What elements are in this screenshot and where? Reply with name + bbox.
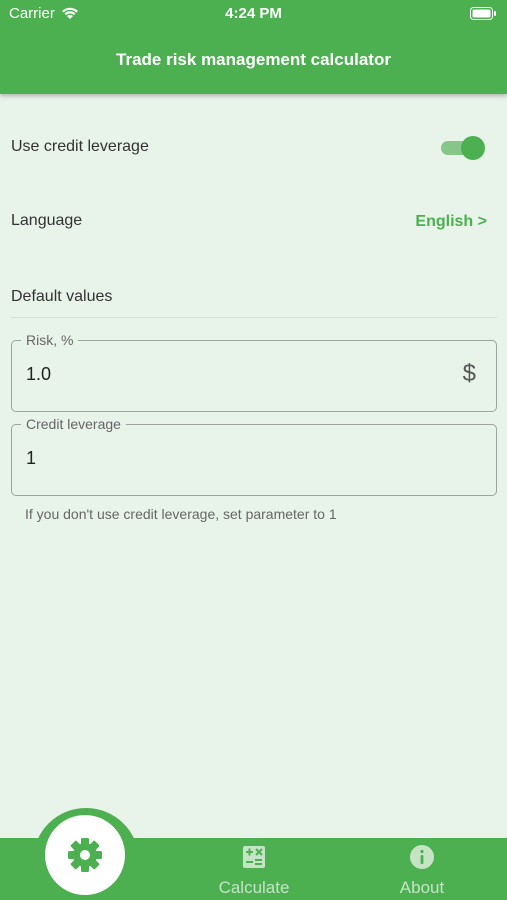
credit-leverage-helper-text: If you don't use credit leverage, set pa…	[25, 506, 337, 522]
credit-leverage-field-label: Credit leverage	[21, 416, 126, 432]
clock: 4:24 PM	[225, 5, 282, 22]
language-setting-label: Language	[11, 212, 83, 229]
toggle-knob	[461, 136, 485, 160]
calculate-tab[interactable]: Calculate	[194, 845, 314, 898]
risk-input-value[interactable]: 1.0	[26, 364, 51, 385]
divider	[11, 317, 497, 318]
credit-leverage-field[interactable]: Credit leverage 1	[11, 416, 497, 496]
settings-tab-button[interactable]	[45, 815, 125, 895]
app-header: Carrier 4:24 PM Trade risk management ca…	[0, 0, 507, 94]
risk-field-label: Risk, %	[21, 332, 79, 348]
about-tab-label: About	[399, 878, 445, 897]
page-title: Trade risk management calculator	[116, 50, 391, 69]
leverage-setting-label: Use credit leverage	[11, 138, 149, 155]
battery-icon	[470, 7, 496, 20]
language-selector[interactable]: English >	[415, 213, 487, 231]
status-bar: Carrier 4:24 PM	[0, 0, 507, 28]
about-tab[interactable]: About	[362, 845, 482, 898]
gear-icon	[68, 838, 102, 872]
default-values-heading: Default values	[11, 288, 113, 305]
calculator-icon	[243, 846, 265, 868]
risk-field[interactable]: Risk, % 1.0 $	[11, 332, 497, 412]
info-icon	[410, 845, 434, 869]
dollar-icon: $	[462, 360, 476, 387]
credit-leverage-input-value[interactable]: 1	[26, 448, 36, 469]
credit-leverage-toggle[interactable]	[441, 136, 485, 160]
calculate-tab-label: Calculate	[218, 878, 290, 897]
